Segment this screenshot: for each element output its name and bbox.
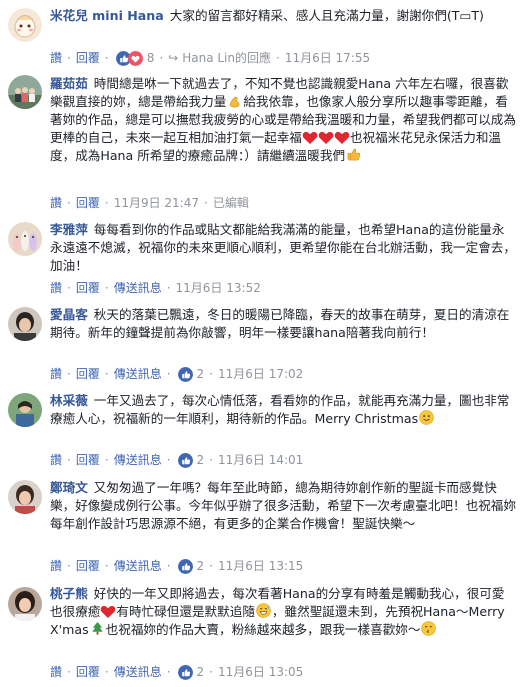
comment-body: 李雅萍 每每看到你的作品或貼文都能給我滿滿的能量，也希望Hana的這份能量永永遠遠… (50, 221, 517, 275)
like-link[interactable]: 讚 (50, 49, 62, 67)
reaction-count: 2 (196, 665, 205, 679)
reaction-summary[interactable]: 2 (177, 663, 205, 681)
like-reaction-icon (177, 452, 193, 468)
comment-time[interactable]: 11月6日 13:05 (218, 663, 303, 681)
reaction-summary[interactable]: 8 (115, 49, 155, 67)
comment-meta: 讚 · 回覆 · 傳送訊息 · 11月6日 13:52 (50, 279, 261, 297)
like-link[interactable]: 讚 (50, 279, 62, 297)
like-link[interactable]: 讚 (50, 557, 62, 575)
send-message-link[interactable]: 傳送訊息 (114, 663, 162, 681)
heart-icon (318, 131, 334, 144)
comment-author[interactable]: 鄭琦文 (50, 480, 88, 495)
reply-link[interactable]: 回覆 (76, 49, 100, 67)
comment-text: 一年又過去了，每次心情低落，看看妳的作品，就能再充滿力量，圖也非常療癒人心，祝福… (50, 393, 510, 426)
like-reaction-icon (177, 366, 193, 382)
reaction-count: 2 (196, 453, 205, 467)
heart-icon (334, 131, 350, 144)
reaction-summary[interactable]: 2 (177, 365, 205, 383)
like-link[interactable]: 讚 (50, 663, 62, 681)
reaction-count: 2 (196, 559, 205, 573)
comment-body: 米花兒 mini Hana 大家的留言都好精采、感人且充滿力量，謝謝你們(T▭T) (50, 7, 517, 25)
avatar[interactable] (8, 222, 42, 256)
comment-text: 秋天的落葉已飄遠，冬日的暖陽已降臨，春天的故事在萌芽，夏日的清涼在期待。新年的鐘… (50, 307, 510, 340)
like-link[interactable]: 讚 (50, 194, 62, 212)
reply-link[interactable]: 回覆 (76, 365, 100, 383)
comment-author[interactable]: 米花兒 mini Hana (50, 8, 164, 23)
comment-text: 每每看到你的作品或貼文都能給我滿滿的能量，也希望Hana的這份能量永永遠遠不熄滅… (50, 222, 516, 273)
like-link[interactable]: 讚 (50, 451, 62, 469)
comment-time[interactable]: 11月6日 13:15 (218, 557, 303, 575)
thumbs-up-icon (347, 148, 361, 161)
reply-link[interactable]: 回覆 (76, 663, 100, 681)
comment-text: 也祝福妳的作品大賣，粉絲越來越多，跟我一樣喜歡妳～ (105, 622, 421, 637)
send-message-link[interactable]: 傳送訊息 (114, 365, 162, 383)
avatar[interactable] (8, 8, 42, 42)
avatar[interactable] (8, 393, 42, 427)
heart-icon (101, 605, 116, 618)
comment-body: 羅茹茹 時間總是咻一下就過去了，不知不覺也認識親愛Hana 六年左右囉，很喜歡樂觀… (50, 75, 517, 165)
comment-thread: 米花兒 mini Hana 大家的留言都好精采、感人且充滿力量，謝謝你們(T▭T)… (0, 0, 531, 687)
like-reaction-icon (177, 558, 193, 574)
comment-body: 鄭琦文 又匆匆過了一年嗎？每年至此時節，總為期待妳創作新的聖誕卡而感覺快樂，好像變… (50, 479, 517, 533)
comment-author[interactable]: 李雅萍 (50, 222, 88, 237)
reply-link[interactable]: 回覆 (76, 194, 100, 212)
comment-text: 大家的留言都好精采、感人且充滿力量，謝謝你們(T▭T) (169, 8, 484, 23)
comment-meta: 讚 · 回覆 · 傳送訊息 · 2 · 11月6日 13:05 (50, 663, 304, 681)
avatar[interactable] (8, 480, 42, 514)
reaction-summary[interactable]: 2 (177, 557, 205, 575)
reaction-summary[interactable]: 2 (177, 451, 205, 469)
comment-author[interactable]: 羅茹茹 (50, 76, 88, 91)
kissing-smile-icon (421, 621, 437, 636)
like-reaction-icon (177, 664, 193, 680)
comment-meta: 讚 · 回覆 · 傳送訊息 · 2 · 11月6日 14:01 (50, 451, 304, 469)
comment-meta: 讚 · 回覆 · 傳送訊息 · 2 · 11月6日 17:02 (50, 365, 304, 383)
send-message-link[interactable]: 傳送訊息 (114, 279, 162, 297)
comment-time[interactable]: 11月6日 14:01 (218, 451, 303, 469)
avatar[interactable] (8, 75, 42, 109)
avatar[interactable] (8, 307, 42, 341)
comment-author[interactable]: 愛晶客 (50, 307, 88, 322)
comment-time[interactable]: 11月6日 13:52 (176, 279, 261, 297)
avatar[interactable] (8, 587, 42, 621)
replied-by[interactable]: Hana Lin的回應 (182, 49, 271, 67)
like-link[interactable]: 讚 (50, 365, 62, 383)
comment-text: 又匆匆過了一年嗎？每年至此時節，總為期待妳創作新的聖誕卡而感覺快樂，好像變成例行… (50, 480, 516, 531)
comment-time[interactable]: 11月9日 21:47 (114, 194, 199, 212)
comment-time[interactable]: 11月6日 17:02 (218, 365, 303, 383)
reply-link[interactable]: 回覆 (76, 451, 100, 469)
heart-icon (302, 131, 318, 144)
reaction-count: 2 (196, 367, 205, 381)
send-message-link[interactable]: 傳送訊息 (114, 557, 162, 575)
comment-meta: 讚 · 回覆 · 11月9日 21:47 · 已編輯 (50, 194, 249, 212)
send-message-link[interactable]: 傳送訊息 (114, 451, 162, 469)
reaction-count: 8 (146, 51, 155, 65)
reply-link[interactable]: 回覆 (76, 279, 100, 297)
comment-body: 桃子熊 好快的一年又即將過去，每次看著Hana的分享有時羞是觸動我心，很可愛也很療… (50, 585, 517, 639)
flexed-biceps-icon (229, 96, 240, 108)
reply-arrow-icon: ↪ (168, 51, 179, 65)
comment-meta: 讚 · 回覆 · 傳送訊息 · 2 · 11月6日 13:15 (50, 557, 304, 575)
comment-body: 愛晶客 秋天的落葉已飄遠，冬日的暖陽已降臨，春天的故事在萌芽，夏日的清涼在期待。新… (50, 306, 517, 342)
edited-label[interactable]: 已編輯 (213, 194, 249, 212)
comment-author[interactable]: 林采薇 (50, 393, 88, 408)
grinning-sweat-icon (256, 603, 271, 618)
comment-meta: 讚 · 回覆 · 8 · ↪ Hana Lin的回應 · 11月6日 17:55 (50, 49, 371, 67)
comment-author[interactable]: 桃子熊 (50, 586, 88, 601)
reply-link[interactable]: 回覆 (76, 557, 100, 575)
smiley-icon (419, 410, 434, 425)
comment-time[interactable]: 11月6日 17:55 (285, 49, 370, 67)
christmas-tree-icon (91, 621, 103, 635)
love-reaction-icon (127, 50, 143, 66)
comment-text: 有時忙碌但還是默默追隨 (116, 604, 255, 619)
comment-body: 林采薇 一年又過去了，每次心情低落，看看妳的作品，就能再充滿力量，圖也非常療癒人心… (50, 392, 517, 428)
